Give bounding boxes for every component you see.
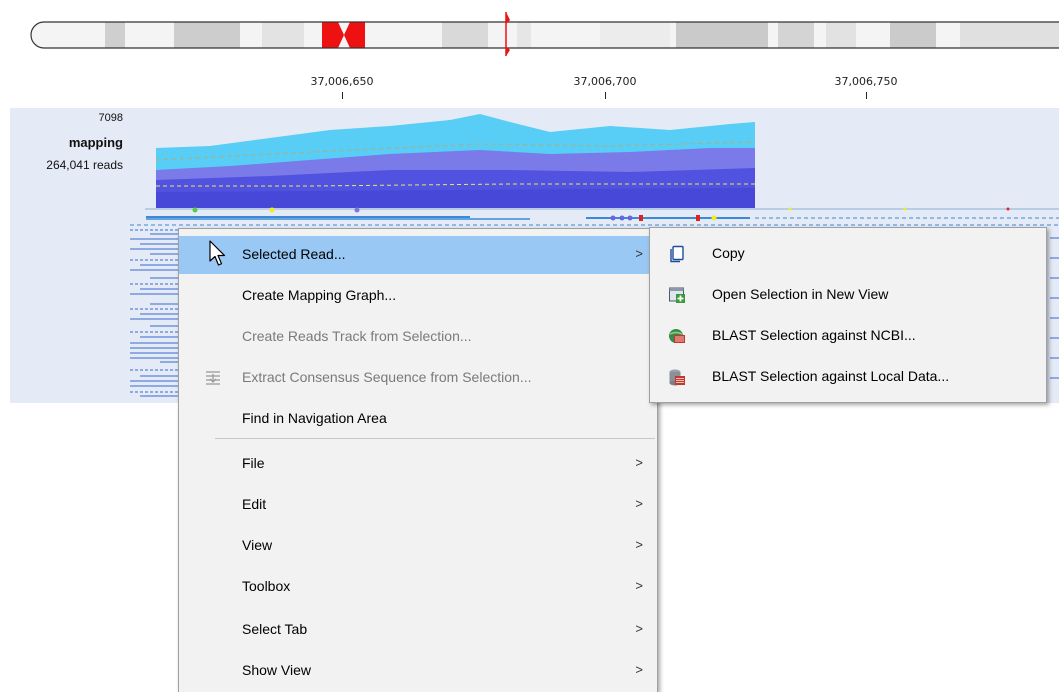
menu-item-label: Edit: [242, 496, 267, 512]
menu-item-select-tab[interactable]: Select Tab >: [179, 611, 657, 649]
menu-item-view[interactable]: View >: [179, 527, 657, 565]
copy-icon: [670, 245, 684, 263]
submenu-item-label: Copy: [712, 245, 745, 261]
submenu-item-label: BLAST Selection against Local Data...: [712, 368, 950, 384]
menu-item-toolbox[interactable]: Toolbox >: [179, 568, 657, 606]
chromosome-ideogram[interactable]: [0, 0, 1059, 60]
menu-item-label: Toolbox: [242, 578, 291, 594]
menu-item-label: Create Reads Track from Selection...: [242, 328, 472, 344]
submenu-arrow-icon: >: [635, 578, 643, 593]
menu-item-label: Create Mapping Graph...: [242, 287, 397, 303]
menu-item-label: Find in Navigation Area: [242, 410, 387, 426]
new-view-icon: [669, 287, 685, 303]
menu-separator: [215, 438, 655, 439]
submenu-item-open-new-view[interactable]: Open Selection in New View: [650, 276, 1046, 314]
submenu-arrow-icon: >: [635, 621, 643, 636]
submenu-arrow-icon: >: [635, 537, 643, 552]
submenu-item-copy[interactable]: Copy: [650, 235, 1046, 273]
menu-item-label: View: [242, 537, 273, 553]
menu-item-label: Extract Consensus Sequence from Selectio…: [242, 369, 532, 385]
ruler-tick-label: 37,006,750: [834, 75, 898, 88]
ruler-tick-label: 37,006,650: [310, 75, 374, 88]
menu-item-selected-read[interactable]: Selected Read... >: [179, 236, 657, 274]
mouse-cursor-icon: [209, 240, 226, 266]
menu-item-show-view[interactable]: Show View >: [179, 652, 657, 690]
extract-consensus-icon: [206, 371, 220, 385]
menu-item-extract-consensus[interactable]: Extract Consensus Sequence from Selectio…: [179, 359, 657, 397]
selected-read-submenu: Copy Open Selection in New View BLAST Se…: [649, 227, 1047, 403]
submenu-item-label: BLAST Selection against NCBI...: [712, 327, 916, 343]
blast-local-icon: [669, 369, 685, 386]
menu-item-create-mapping-graph[interactable]: Create Mapping Graph...: [179, 277, 657, 315]
ruler-tick: [342, 92, 343, 99]
menu-item-label: File: [242, 455, 265, 471]
submenu-arrow-icon: >: [635, 662, 643, 677]
menu-item-edit[interactable]: Edit >: [179, 486, 657, 524]
context-menu: Selected Read... > Create Mapping Graph.…: [178, 228, 658, 692]
menu-item-create-reads-track[interactable]: Create Reads Track from Selection...: [179, 318, 657, 356]
submenu-arrow-icon: >: [635, 496, 643, 511]
menu-item-label: Show View: [242, 662, 312, 678]
ruler-tick: [605, 92, 606, 99]
menu-item-label: Select Tab: [242, 621, 308, 637]
ruler-tick-label: 37,006,700: [573, 75, 637, 88]
submenu-arrow-icon: >: [635, 455, 643, 470]
ruler-tick: [866, 92, 867, 99]
menu-item-file[interactable]: File >: [179, 445, 657, 483]
menu-item-label: Selected Read...: [242, 246, 346, 262]
menu-item-find-in-navigation[interactable]: Find in Navigation Area: [179, 400, 657, 438]
blast-ncbi-icon: [669, 329, 685, 343]
submenu-arrow-icon: >: [635, 246, 643, 261]
submenu-item-blast-local[interactable]: BLAST Selection against Local Data...: [650, 358, 1046, 396]
submenu-item-blast-ncbi[interactable]: BLAST Selection against NCBI...: [650, 317, 1046, 355]
submenu-item-label: Open Selection in New View: [712, 286, 889, 302]
